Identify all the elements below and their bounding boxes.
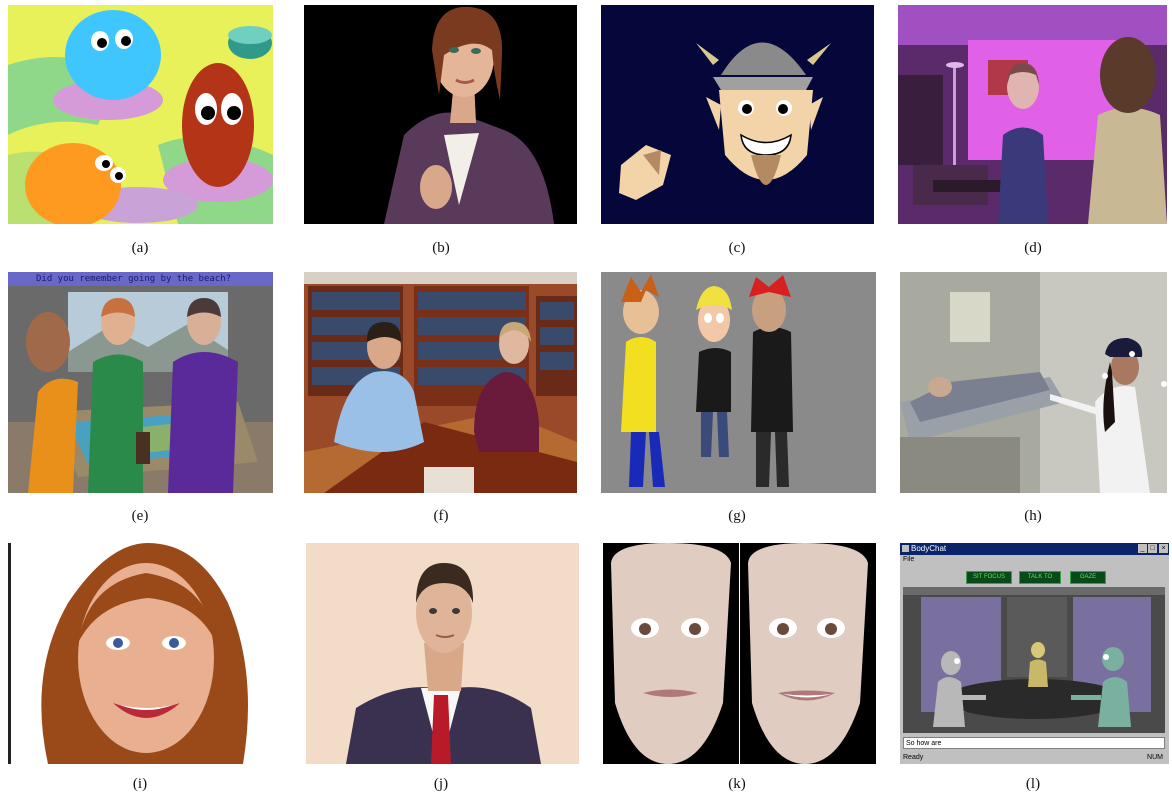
panel-e-image: Did you remember going by the beach? [8,272,273,493]
caption-f: (f) [433,508,449,524]
caption-k: (k) [728,776,746,792]
caption-c: (c) [728,240,746,256]
maximize-icon[interactable]: □ [1148,544,1157,553]
title-bar: BodyChat _ □ × [900,543,1169,555]
close-icon[interactable]: × [1159,544,1168,553]
3d-chat-viewport[interactable] [903,587,1165,733]
caption-j: (j) [433,776,449,792]
caption-a: (a) [131,240,149,256]
status-num: NUM [1147,754,1163,761]
gaze-button[interactable]: GAZE [1070,571,1106,584]
caption-i: (i) [132,776,148,792]
status-ready: Ready [903,754,924,761]
chat-input-field[interactable]: So how are [903,737,1165,749]
panel-h-image [900,272,1167,493]
status-bar: Ready NUM [900,752,1169,764]
sit-focus-button[interactable]: SIT FOCUS [966,571,1012,584]
talk-to-button[interactable]: TALK TO [1019,571,1061,584]
caption-h: (h) [1024,508,1042,524]
panel-k-image [603,543,876,764]
bodychat-window: BodyChat _ □ × File SIT FOCUS TALK TO GA… [900,543,1169,764]
menu-file[interactable]: File [903,556,914,563]
panel-c-image [601,5,874,224]
panel-i-image [8,543,273,764]
window-title: BodyChat [911,544,947,553]
menu-bar: File [900,555,1169,565]
panel-d-image [898,5,1167,224]
panel-a-image [8,5,273,224]
panel-j-image [306,543,579,764]
button-strip: SIT FOCUS TALK TO GAZE [900,569,1169,585]
panel-b-image [304,5,577,224]
caption-g: (g) [728,508,746,524]
overlay-question-text: Did you remember going by the beach? [36,274,232,284]
panel-f-image [304,272,577,493]
caption-l: (l) [1025,776,1041,792]
caption-e: (e) [131,508,149,524]
panel-g-image [601,272,876,493]
caption-d: (d) [1024,240,1042,256]
caption-b: (b) [432,240,450,256]
minimize-icon[interactable]: _ [1138,544,1147,553]
app-icon [902,545,909,553]
